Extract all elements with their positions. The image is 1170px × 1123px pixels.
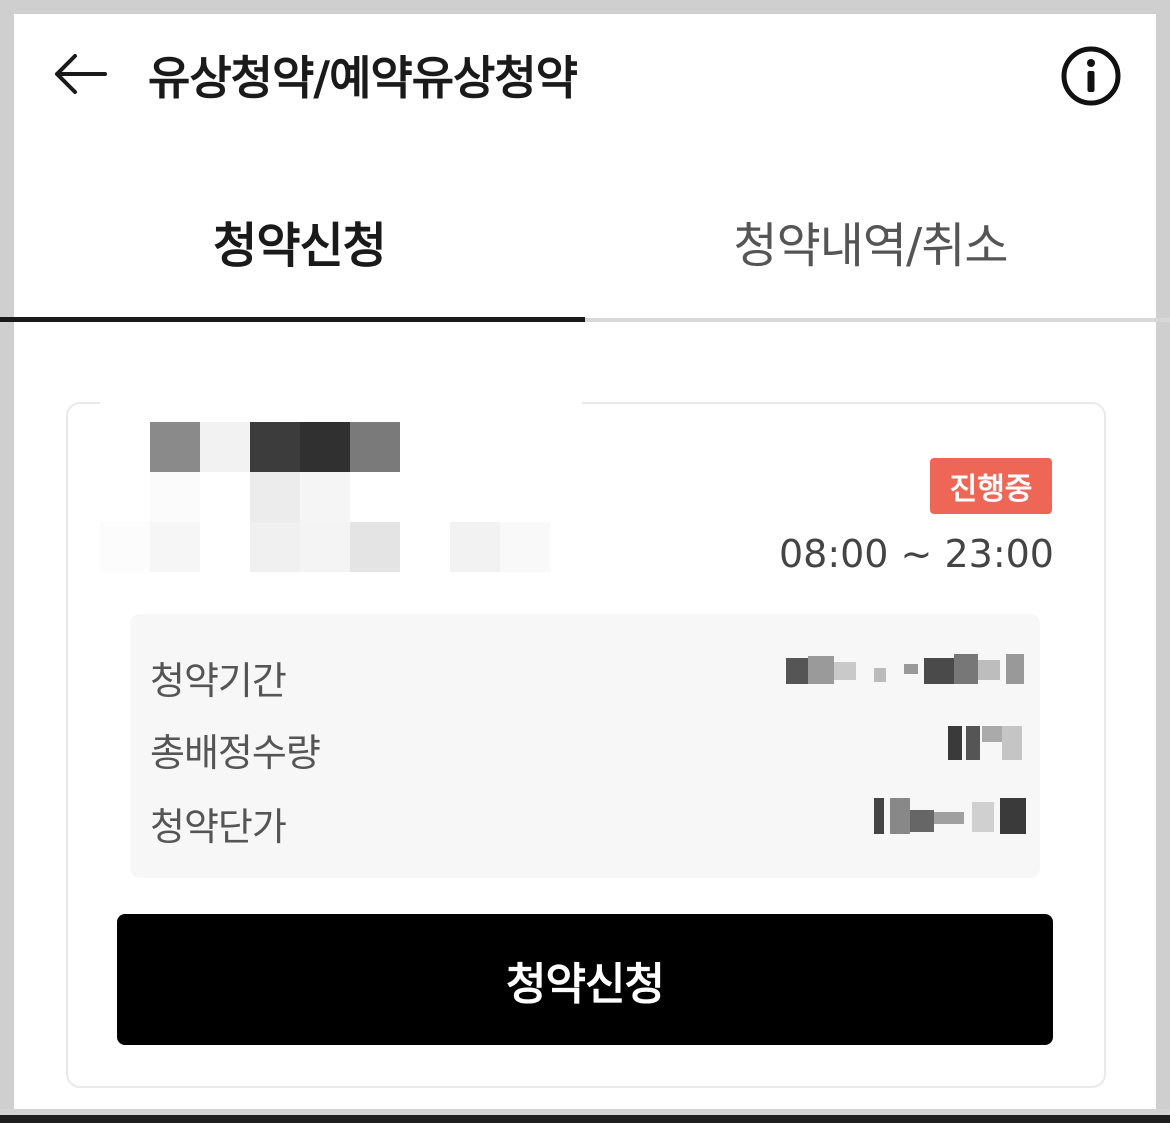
tab-subscription-apply[interactable]: 청약신청 (14, 206, 585, 316)
label-subscription-period: 청약기간 (150, 659, 287, 703)
label-total-allotment: 총배정수량 (150, 731, 321, 775)
top-app-bar: 유상청약/예약유상청약 (14, 14, 1156, 134)
status-badge: 진행중 (930, 458, 1052, 514)
redacted-total-allotment-value (948, 722, 1028, 762)
app-screen: 유상청약/예약유상청약 청약신청 청약내역/취소 진행중 08:00 ~ 23:… (0, 14, 1170, 1109)
active-tab-indicator (0, 317, 585, 322)
page-title: 유상청약/예약유상청약 (148, 51, 578, 105)
apply-subscription-button[interactable]: 청약신청 (117, 914, 1053, 1045)
redacted-subscription-period-value (786, 652, 1026, 688)
info-button[interactable] (1058, 46, 1124, 106)
label-subscription-price: 청약단가 (150, 805, 287, 849)
tab-subscription-history[interactable]: 청약내역/취소 (585, 206, 1156, 316)
redacted-subscription-price-value (874, 796, 1030, 836)
back-button[interactable] (50, 49, 110, 99)
arrow-left-icon (55, 54, 107, 94)
redacted-stock-name (100, 402, 582, 580)
info-circle-icon (1061, 46, 1121, 106)
time-range: 08:00 ~ 23:00 (778, 532, 1054, 576)
screen-bottom-border (0, 1109, 1170, 1115)
tab-label: 청약신청 (213, 218, 387, 274)
tab-label: 청약내역/취소 (733, 218, 1008, 274)
